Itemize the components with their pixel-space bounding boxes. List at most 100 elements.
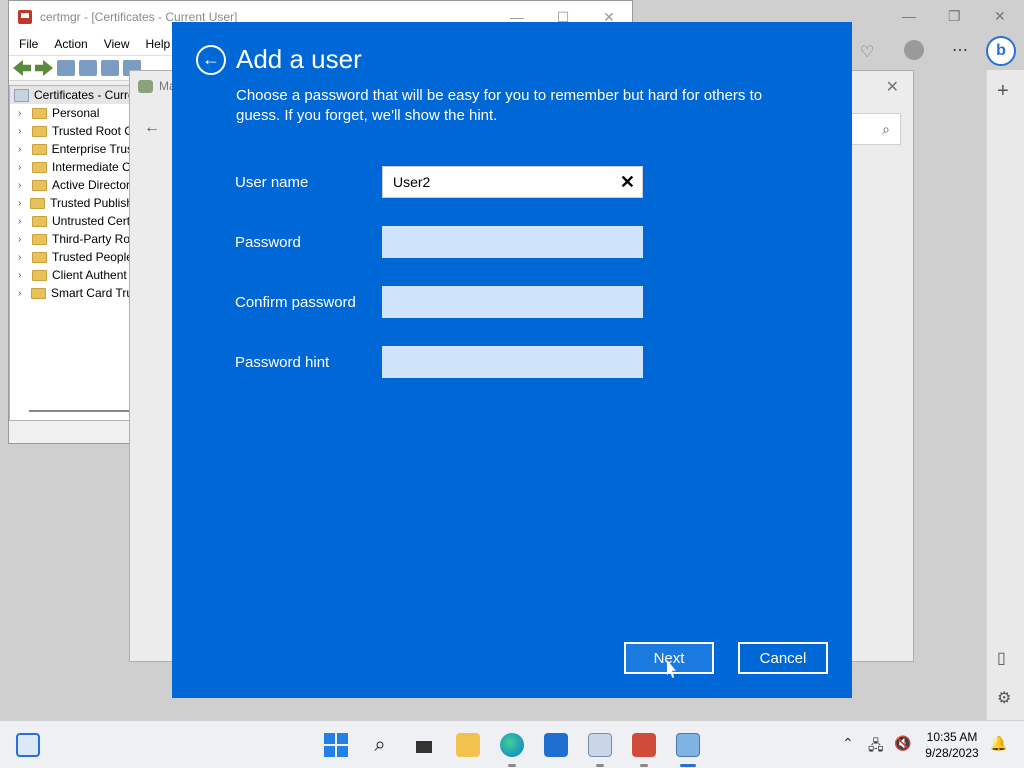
tree-item-label: Untrusted Cert [52, 214, 131, 228]
folder-icon [32, 233, 47, 245]
show-hide-tree-icon[interactable] [57, 60, 75, 76]
chevron-right-icon[interactable]: › [18, 198, 25, 209]
minimize-icon[interactable]: — [902, 8, 916, 24]
clear-icon[interactable]: ✕ [620, 172, 635, 192]
close-icon[interactable]: ✕ [886, 77, 899, 97]
dialog-description: Choose a password that will be easy for … [236, 87, 763, 124]
chevron-right-icon[interactable]: › [18, 216, 27, 227]
certificate-store-icon [14, 88, 29, 102]
confirm-password-input[interactable] [382, 286, 643, 318]
chevron-right-icon[interactable]: › [18, 144, 27, 155]
username-input[interactable] [382, 166, 643, 198]
confirm-password-row: Confirm password [235, 286, 643, 318]
password-label: Password [235, 233, 301, 251]
chevron-right-icon[interactable]: › [18, 252, 27, 263]
task-view-icon[interactable] [412, 733, 436, 757]
tree-root[interactable]: Certificates - Curre [10, 86, 133, 104]
running-indicator [596, 764, 604, 767]
tree-item-label: Personal [52, 106, 100, 120]
export-icon[interactable] [101, 60, 119, 76]
microsoft-store-icon[interactable] [544, 733, 568, 757]
forward-arrow-icon[interactable] [35, 60, 53, 76]
close-icon[interactable]: ✕ [994, 8, 1006, 25]
folder-icon [31, 143, 47, 155]
active-indicator [680, 764, 696, 767]
more-options-icon[interactable]: ⋯ [952, 40, 968, 60]
browser-sidebar: + ▯ ⚙ [986, 70, 1024, 720]
tree-item[interactable]: › Active Director [10, 176, 133, 194]
password-row: Password [235, 226, 643, 258]
tree-root-label: Certificates - Curre [34, 88, 134, 102]
notification-icon[interactable]: 🔔 [990, 735, 1007, 752]
tree-item[interactable]: › Trusted People [10, 248, 133, 266]
tree-item-label: Active Director [52, 178, 131, 192]
clock-date: 9/28/2023 [925, 746, 979, 760]
password-hint-label: Password hint [235, 353, 330, 371]
volume-muted-icon[interactable]: 🔇 [894, 735, 911, 752]
start-menu-icon[interactable] [324, 733, 348, 757]
dialog-title: Add a user [236, 44, 362, 74]
tree-item[interactable]: › Third-Party Ro [10, 230, 133, 248]
menu-action[interactable]: Action [46, 37, 95, 51]
tree-item-label: Enterprise Trus [51, 142, 133, 156]
chevron-up-icon[interactable]: ⌃ [842, 735, 854, 752]
tree-item-label: Trusted Publish [50, 196, 133, 210]
chevron-right-icon[interactable]: › [18, 234, 27, 245]
widgets-icon[interactable] [16, 733, 40, 757]
back-arrow-icon[interactable]: ← [144, 119, 160, 137]
folder-icon [32, 125, 47, 137]
username-label: User name [235, 173, 309, 191]
certmgr-app-icon [18, 10, 32, 24]
chevron-right-icon[interactable]: › [18, 108, 27, 119]
back-arrow-icon[interactable] [13, 60, 31, 76]
folder-icon [32, 251, 47, 263]
restore-icon[interactable]: ❐ [948, 8, 961, 25]
management-window-title: Ma [138, 79, 176, 93]
file-explorer-icon[interactable] [456, 733, 480, 757]
search-icon[interactable]: ⌕ [368, 733, 392, 757]
management-console-icon[interactable] [676, 733, 700, 757]
sidebar-toggle-icon[interactable]: ▯ [997, 648, 1006, 668]
network-icon[interactable]: 🖧 [868, 735, 884, 759]
profile-avatar-icon[interactable] [904, 40, 924, 60]
password-input[interactable] [382, 226, 643, 258]
taskbar: ⌕ ⌃ 🖧 🔇 10:35 AM 9/28/2023 🔔 [0, 720, 1024, 768]
chevron-right-icon[interactable]: › [18, 180, 27, 191]
password-hint-row: Password hint [235, 346, 643, 378]
tree-item[interactable]: › Intermediate C [10, 158, 133, 176]
tree-item[interactable]: › Trusted Publish [10, 194, 133, 212]
chevron-right-icon[interactable]: › [18, 270, 27, 281]
copilot-icon[interactable]: b [986, 36, 1016, 66]
menu-file[interactable]: File [11, 37, 46, 51]
tree-item[interactable]: › Personal [10, 104, 133, 122]
edge-browser-icon[interactable] [500, 733, 524, 757]
cancel-button[interactable]: Cancel [738, 642, 828, 674]
menu-view[interactable]: View [96, 37, 138, 51]
running-indicator [508, 764, 516, 767]
health-icon[interactable]: ♡ [860, 42, 874, 62]
search-box[interactable]: ⌕ [849, 113, 901, 145]
folder-icon [30, 287, 46, 299]
folder-icon [32, 161, 47, 173]
tree-item[interactable]: › Enterprise Trus [10, 140, 133, 158]
settings-gear-icon[interactable]: ⚙ [997, 688, 1011, 708]
tree-item-label: Trusted Root C [52, 124, 133, 138]
tree-item[interactable]: › Trusted Root C [10, 122, 133, 140]
tree-item[interactable]: › Client Authent [10, 266, 133, 284]
toolbox-icon[interactable] [632, 733, 656, 757]
chevron-right-icon[interactable]: › [18, 162, 27, 173]
back-arrow-icon[interactable]: ← [196, 44, 226, 75]
chevron-right-icon[interactable]: › [18, 126, 27, 137]
tree-item[interactable]: › Smart Card Tru [10, 284, 133, 302]
search-icon: ⌕ [882, 120, 890, 137]
add-icon[interactable]: + [997, 80, 1009, 103]
username-row: User name ✕ [235, 166, 643, 198]
password-hint-input[interactable] [382, 346, 643, 378]
system-clock[interactable]: 10:35 AM 9/28/2023 [916, 729, 988, 761]
performance-monitor-icon[interactable] [588, 733, 612, 757]
tree-horizontal-scrollbar[interactable] [29, 410, 129, 412]
tree-item[interactable]: › Untrusted Cert [10, 212, 133, 230]
refresh-icon[interactable] [79, 60, 97, 76]
chevron-right-icon[interactable]: › [18, 288, 26, 299]
folder-icon [30, 197, 46, 209]
